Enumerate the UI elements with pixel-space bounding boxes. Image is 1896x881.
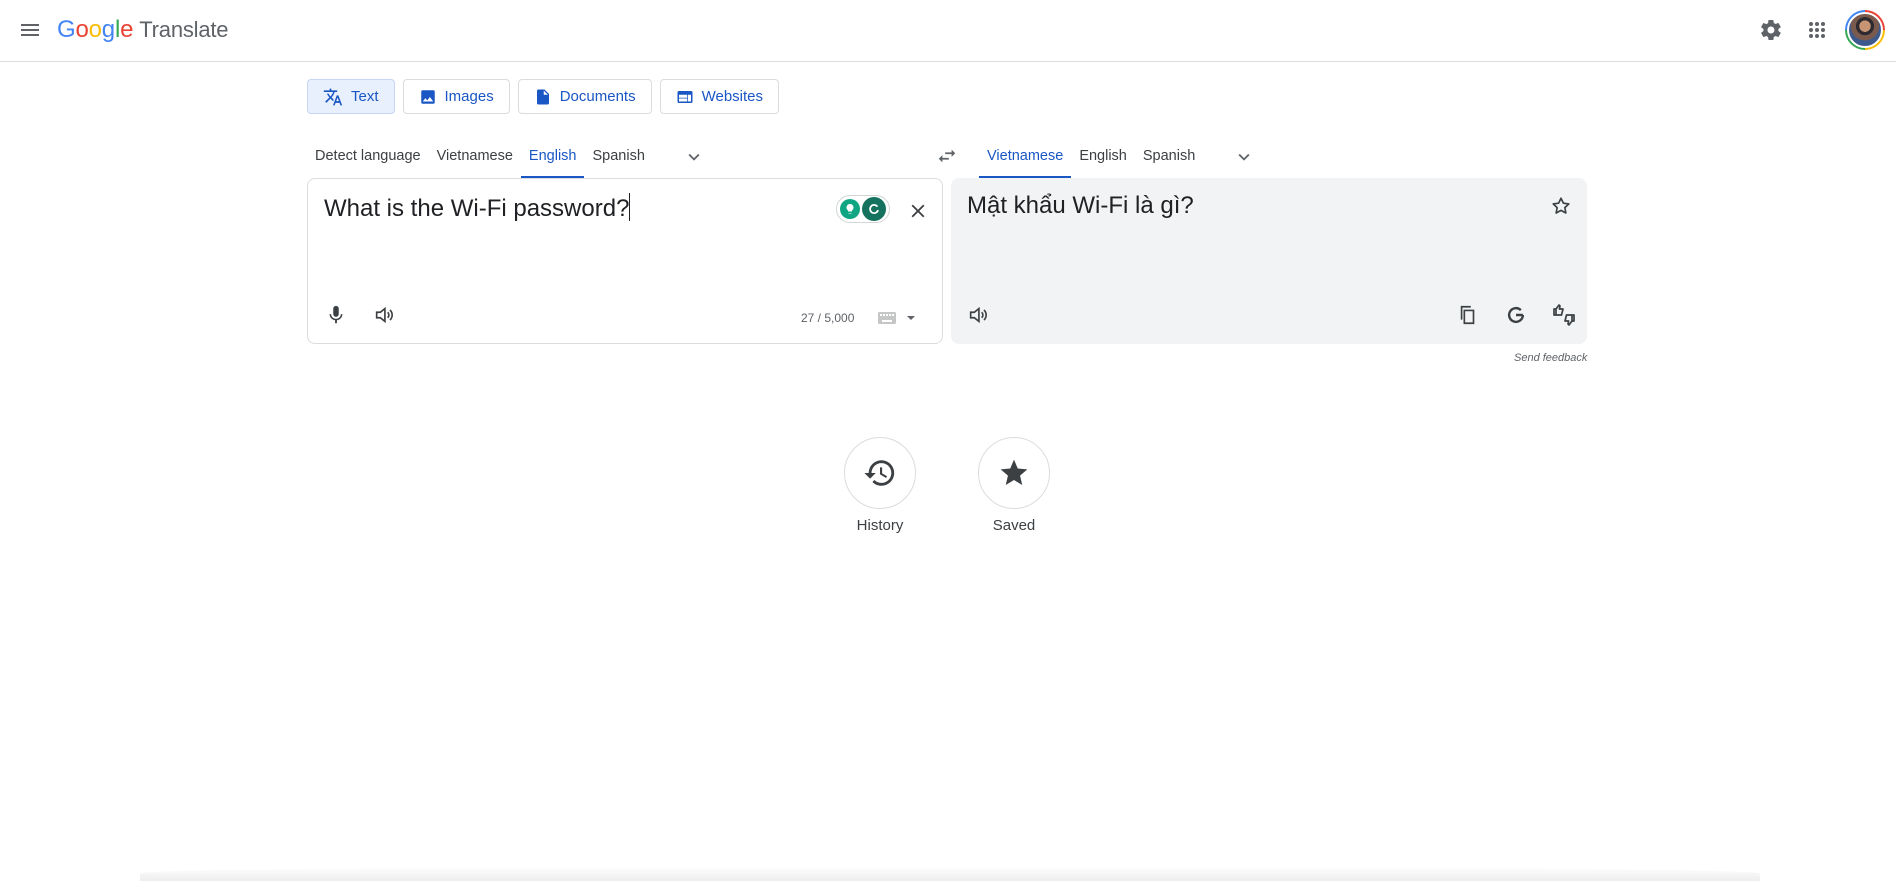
- logo-letter: e: [120, 16, 134, 43]
- tab-websites-label: Websites: [701, 88, 764, 105]
- account-avatar-button[interactable]: [1845, 10, 1885, 50]
- image-icon: [420, 89, 435, 104]
- translation-mode-tabs: Text Images Documents Websites: [307, 79, 780, 114]
- target-language-bar: Vietnamese English Spanish: [979, 136, 1263, 178]
- search-google-button[interactable]: [1496, 295, 1536, 335]
- menu-icon: [21, 24, 39, 36]
- input-tools-button[interactable]: [878, 305, 916, 331]
- tab-documents[interactable]: Documents: [517, 79, 652, 114]
- history-icon: [864, 460, 895, 486]
- tab-text[interactable]: Text: [307, 79, 395, 114]
- website-icon: [677, 90, 693, 103]
- chevron-down-icon: [1238, 153, 1250, 161]
- grammar-extension-button[interactable]: [836, 195, 890, 223]
- avatar: [1847, 12, 1883, 48]
- google-wordmark: G o o g l e: [57, 16, 133, 44]
- top-app-bar: G o o g l e Translate: [0, 0, 1896, 62]
- tab-images[interactable]: Images: [402, 79, 510, 114]
- logo-letter: o: [88, 16, 102, 43]
- thumbs-up-down-icon: [1553, 304, 1575, 326]
- listen-translation-button[interactable]: [958, 295, 998, 335]
- logo-letter: g: [101, 16, 115, 43]
- source-lang-detect[interactable]: Detect language: [307, 136, 429, 178]
- history-button[interactable]: History: [835, 437, 925, 534]
- copy-translation-button[interactable]: [1448, 295, 1488, 335]
- tab-documents-label: Documents: [559, 88, 636, 105]
- source-text-panel: What is the Wi-Fi password? 27 / 5,000: [307, 178, 943, 344]
- translation-text: Mật khẩu Wi-Fi là gì?: [967, 192, 1194, 219]
- google-translate-logo[interactable]: G o o g l e Translate: [57, 16, 229, 46]
- rate-translation-button[interactable]: [1544, 295, 1584, 335]
- main-menu-button[interactable]: [10, 10, 50, 50]
- translation-output-panel: Mật khẩu Wi-Fi là gì?: [951, 178, 1587, 344]
- bottom-panel-shadow: [140, 866, 1760, 881]
- character-count: 27 / 5,000: [801, 311, 855, 325]
- source-text-value: What is the Wi-Fi password?: [324, 195, 630, 222]
- keyboard-icon: [878, 312, 896, 324]
- swap-icon: [938, 149, 956, 163]
- voice-input-button[interactable]: [316, 295, 356, 335]
- target-lang-vietnamese[interactable]: Vietnamese: [979, 136, 1072, 178]
- source-text-input[interactable]: What is the Wi-Fi password?: [324, 193, 864, 223]
- volume-icon: [969, 306, 987, 324]
- grammarly-icon: [862, 197, 886, 221]
- microphone-icon: [329, 305, 343, 324]
- saved-label: Saved: [992, 517, 1036, 534]
- listen-source-button[interactable]: [364, 295, 404, 335]
- logo-letter: o: [75, 16, 89, 43]
- apps-grid-icon: [1809, 22, 1825, 38]
- translate-icon: [323, 88, 343, 105]
- star-icon: [1000, 459, 1028, 485]
- source-more-languages-button[interactable]: [675, 136, 713, 178]
- caret-down-icon: [907, 316, 915, 320]
- source-language-bar: Detect language Vietnamese English Spani…: [307, 136, 713, 178]
- history-label: History: [856, 517, 904, 534]
- tab-websites[interactable]: Websites: [659, 79, 780, 114]
- settings-icon: [1761, 19, 1781, 41]
- target-more-languages-button[interactable]: [1225, 136, 1263, 178]
- saved-button[interactable]: Saved: [969, 437, 1059, 534]
- close-icon: [911, 204, 925, 218]
- clear-source-text-button[interactable]: [898, 191, 938, 231]
- target-lang-spanish[interactable]: Spanish: [1135, 136, 1203, 178]
- send-feedback-link[interactable]: Send feedback: [1514, 352, 1587, 364]
- product-name: Translate: [139, 17, 229, 42]
- history-circle: [844, 437, 916, 509]
- logo-letter: G: [57, 16, 76, 43]
- text-cursor: [629, 193, 631, 221]
- google-g-icon: [1507, 306, 1525, 324]
- saved-circle: [978, 437, 1050, 509]
- tab-images-label: Images: [444, 88, 494, 105]
- source-lang-vietnamese[interactable]: Vietnamese: [429, 136, 521, 178]
- star-outline-icon: [1552, 197, 1570, 214]
- swap-languages-button[interactable]: [927, 136, 967, 176]
- save-translation-button[interactable]: [1541, 186, 1581, 226]
- settings-button[interactable]: [1751, 10, 1791, 50]
- copy-icon: [1460, 305, 1475, 325]
- source-lang-english[interactable]: English: [520, 136, 585, 178]
- lightbulb-icon: [840, 199, 860, 219]
- source-lang-spanish[interactable]: Spanish: [584, 136, 652, 178]
- tab-text-label: Text: [351, 88, 379, 105]
- chevron-down-icon: [688, 153, 700, 161]
- google-apps-button[interactable]: [1797, 10, 1837, 50]
- document-icon: [536, 89, 549, 104]
- volume-icon: [375, 306, 393, 324]
- target-lang-english[interactable]: English: [1071, 136, 1135, 178]
